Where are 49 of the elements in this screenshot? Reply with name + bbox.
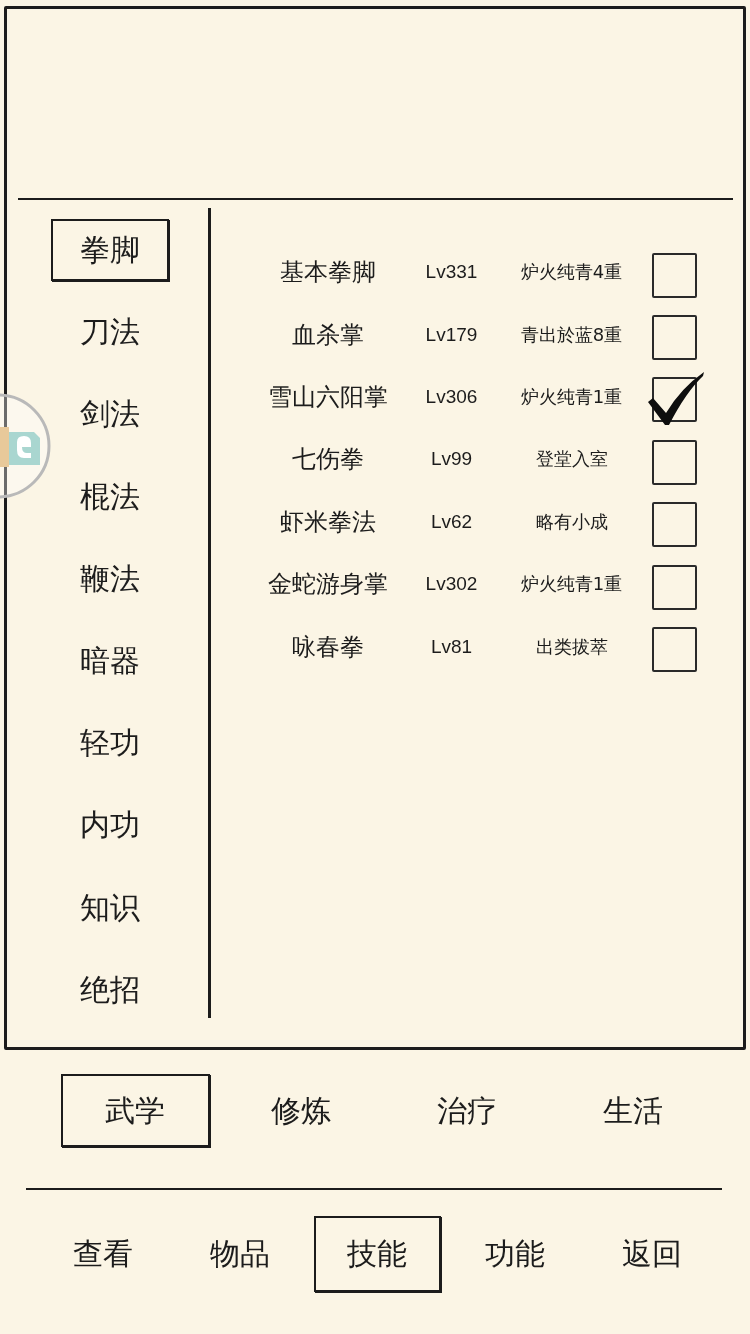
- checkbox[interactable]: [651, 627, 697, 673]
- skill-level: Lv62: [430, 510, 473, 533]
- nav-tab[interactable]: 返回: [619, 1237, 684, 1271]
- skill-level: Lv99: [430, 448, 473, 471]
- category-tab[interactable]: 知识: [77, 890, 142, 925]
- category-tab[interactable]: 剑法: [77, 397, 142, 432]
- skill-level: Lv81: [430, 635, 473, 658]
- skill-stage: 青出於蓝8重: [520, 323, 623, 346]
- skill-name: 虾米拳法: [279, 507, 376, 536]
- category-tab[interactable]: 鞭法: [77, 561, 142, 596]
- checkbox[interactable]: [651, 564, 697, 610]
- skill-stage: 炉火纯青4重: [520, 261, 623, 284]
- category-tab[interactable]: 暗器: [77, 644, 142, 679]
- skill-level: Lv331: [425, 261, 478, 284]
- nav-tab[interactable]: 物品: [207, 1237, 272, 1271]
- category-tab[interactable]: 棍法: [77, 479, 142, 514]
- nav-tab[interactable]: 查看: [70, 1237, 135, 1271]
- category-tab[interactable]: 绝招: [77, 972, 142, 1007]
- category-tab[interactable]: 刀法: [77, 315, 142, 350]
- skill-stage: 略有小成: [535, 510, 608, 533]
- skill-name: 金蛇游身掌: [267, 570, 388, 599]
- sub-tab[interactable]: 治疗: [435, 1093, 499, 1128]
- floating-button[interactable]: [0, 392, 52, 500]
- skill-name: 血杀掌: [291, 320, 364, 349]
- category-tab[interactable]: 拳脚: [50, 219, 169, 282]
- check-icon: [647, 372, 704, 427]
- checkbox[interactable]: [651, 502, 697, 548]
- skill-stage: 炉火纯青1重: [520, 385, 623, 408]
- category-tab[interactable]: 内功: [77, 808, 142, 843]
- nav-tab[interactable]: 功能: [482, 1237, 547, 1271]
- sub-tab[interactable]: 修炼: [269, 1093, 333, 1128]
- skill-stage: 炉火纯青1重: [520, 573, 623, 596]
- skill-name: 七伤拳: [291, 445, 364, 474]
- skill-name: 雪山六阳掌: [267, 382, 388, 411]
- checkbox[interactable]: [651, 315, 697, 361]
- nav-tab[interactable]: 技能: [313, 1216, 441, 1292]
- category-tab[interactable]: 轻功: [77, 726, 142, 761]
- skill-name: 咏春拳: [291, 632, 364, 661]
- app-logo-icon: [0, 427, 40, 467]
- skill-name: 基本拳脚: [279, 258, 376, 287]
- skill-stage: 出类拔萃: [535, 635, 608, 658]
- skill-level: Lv179: [425, 323, 478, 346]
- skill-stage: 登堂入室: [535, 448, 608, 471]
- checkbox[interactable]: [651, 252, 697, 298]
- sub-tab[interactable]: 武学: [60, 1074, 210, 1147]
- skill-level: Lv302: [425, 573, 478, 596]
- skill-level: Lv306: [425, 385, 478, 408]
- checkbox[interactable]: [651, 439, 697, 485]
- sub-tab[interactable]: 生活: [601, 1093, 665, 1128]
